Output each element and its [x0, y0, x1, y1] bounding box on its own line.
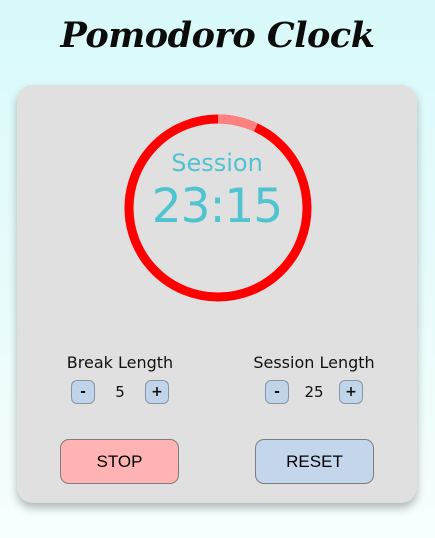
break-length-stepper: - 5 +: [45, 380, 195, 404]
clock-card: Session 23:15 Break Length - 5 + Session…: [17, 85, 417, 503]
break-length-label: Break Length: [66, 353, 174, 372]
session-length-label: Session Length: [253, 353, 375, 372]
break-length-value: 5: [115, 383, 125, 401]
app-title: Pomodoro Clock: [60, 15, 375, 56]
break-increment-button[interactable]: +: [145, 380, 169, 404]
break-length-control: Break Length - 5 +: [45, 353, 195, 404]
reset-button[interactable]: RESET: [255, 439, 374, 484]
session-increment-button[interactable]: +: [339, 380, 363, 404]
timer-display: 23:15: [151, 179, 283, 234]
timer-mode-label: Session: [171, 149, 263, 177]
session-length-control: Session Length - 25 +: [239, 353, 389, 404]
session-decrement-button[interactable]: -: [265, 380, 289, 404]
break-decrement-button[interactable]: -: [71, 380, 95, 404]
stop-button[interactable]: STOP: [60, 439, 179, 484]
session-length-stepper: - 25 +: [239, 380, 389, 404]
session-length-value: 25: [304, 383, 324, 401]
